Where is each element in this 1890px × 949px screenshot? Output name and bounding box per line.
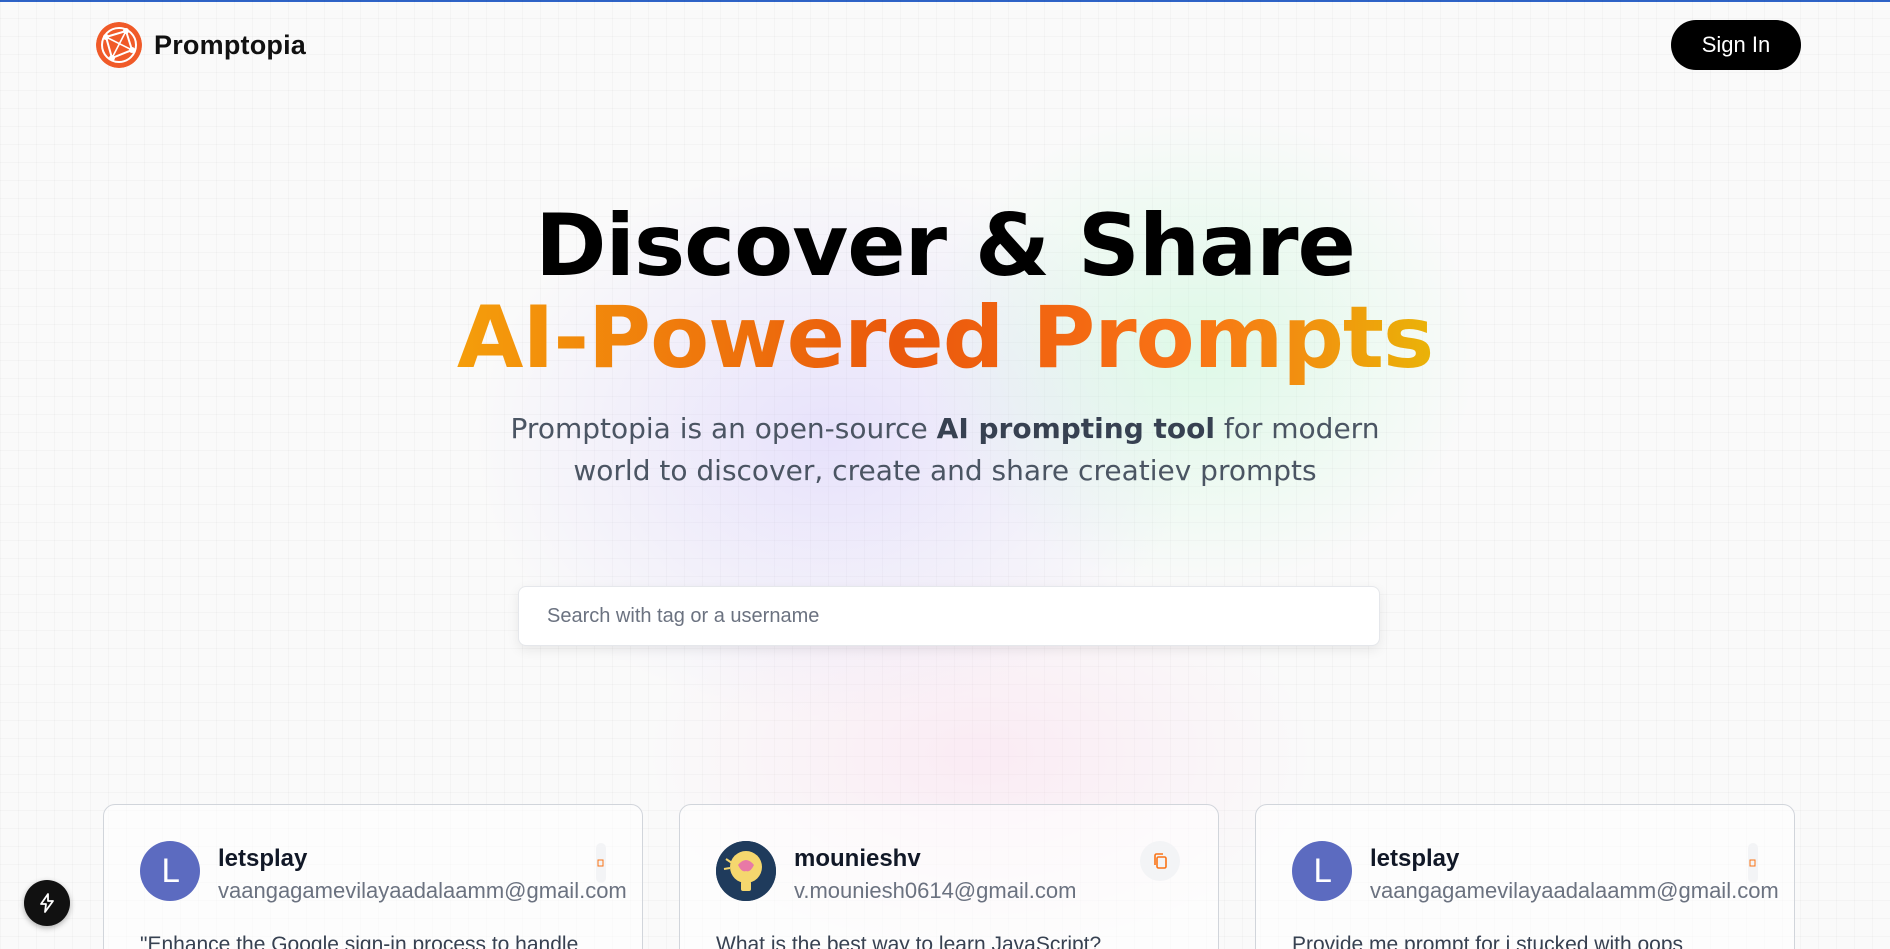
card-username[interactable]: mounieshv — [794, 845, 921, 873]
hero-description-prefix: Promptopia is an open-source — [510, 412, 937, 445]
brand-home-link[interactable]: Promptopia — [96, 22, 306, 68]
avatar[interactable] — [716, 841, 776, 901]
hero-title: Discover & Share — [535, 196, 1356, 296]
card-prompt-text: What is the best way to learn JavaScript… — [716, 933, 1102, 949]
prompt-card[interactable]: L letsplay vaangagamevilayaadalaamm@gmai… — [1255, 804, 1795, 949]
lightning-bolt-icon — [40, 893, 54, 913]
card-prompt-text: "Enhance the Google sign-in process to h… — [140, 933, 579, 949]
avatar-image — [716, 841, 776, 901]
copy-button[interactable] — [1140, 841, 1180, 881]
hero-subtitle: AI-Powered Prompts — [0, 292, 1890, 384]
copy-icon — [1749, 859, 1756, 867]
card-username[interactable]: letsplay — [1370, 845, 1459, 873]
card-email: vaangagamevilayaadalaamm@gmail.com — [1370, 878, 1779, 903]
copy-button[interactable] — [596, 843, 606, 883]
card-username[interactable]: letsplay — [218, 845, 307, 873]
search-input[interactable] — [518, 586, 1380, 646]
avatar[interactable]: L — [1292, 841, 1352, 901]
hero-description-bold: AI prompting tool — [936, 412, 1215, 445]
globe-network-icon — [96, 22, 142, 68]
card-prompt-text: Provide me prompt for i stucked with oop… — [1292, 933, 1684, 949]
hero-description: Promptopia is an open-source AI promptin… — [470, 408, 1420, 492]
sign-in-button[interactable]: Sign In — [1671, 20, 1801, 70]
prompt-card[interactable]: mounieshv v.mouniesh0614@gmail.com What … — [679, 804, 1219, 949]
card-email: vaangagamevilayaadalaamm@gmail.com — [218, 878, 627, 903]
hero-subtitle-text: AI-Powered Prompts — [456, 288, 1434, 388]
brand-name: Promptopia — [154, 29, 307, 60]
card-email: v.mouniesh0614@gmail.com — [794, 878, 1077, 903]
copy-icon — [1154, 853, 1167, 869]
copy-icon — [597, 859, 604, 867]
prompt-card[interactable]: L letsplay vaangagamevilayaadalaamm@gmai… — [103, 804, 643, 949]
avatar[interactable]: L — [140, 841, 200, 901]
top-accent-line — [0, 0, 1890, 2]
copy-button[interactable] — [1748, 843, 1758, 883]
dev-tools-button[interactable] — [24, 880, 70, 926]
